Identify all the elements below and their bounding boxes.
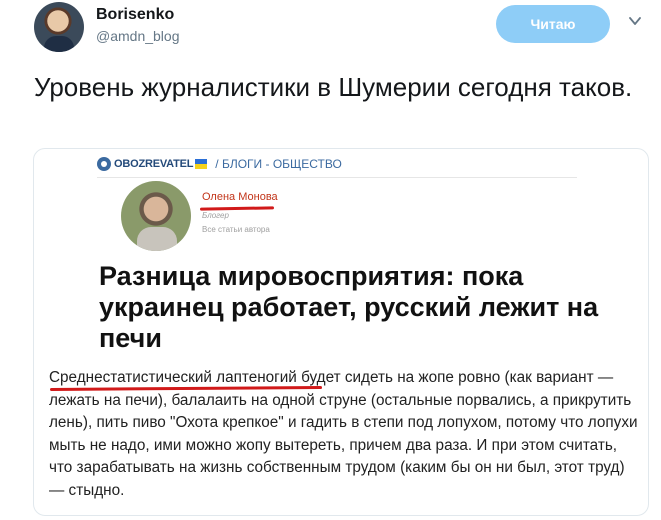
author-all-link: Все статьи автора: [202, 225, 270, 234]
breadcrumb: / БЛОГИ - ОБЩЕСТВО: [215, 157, 342, 171]
site-header: OBOZREVATEL / БЛОГИ - ОБЩЕСТВО: [97, 155, 342, 173]
tweet-header: Borisenko @amdn_blog Читаю: [0, 0, 661, 60]
tweet-media-image[interactable]: OBOZREVATEL / БЛОГИ - ОБЩЕСТВО Олена Мон…: [33, 148, 649, 516]
follow-button[interactable]: Читаю: [496, 5, 610, 43]
author-photo: [121, 181, 191, 251]
chevron-down-icon[interactable]: [628, 14, 642, 28]
article-headline: Разница мировосприятия: пока украинец ра…: [99, 261, 599, 353]
divider: [97, 177, 577, 178]
site-name: OBOZREVATEL: [114, 158, 194, 170]
tweet-text: Уровень журналистики в Шумерии сегодня т…: [34, 72, 633, 102]
obozrevatel-logo-icon: [97, 157, 111, 171]
author-role: Блогер: [202, 211, 229, 220]
red-underline-author: [199, 206, 275, 211]
ukraine-flag-icon: [195, 159, 208, 169]
avatar[interactable]: [34, 2, 84, 52]
display-name[interactable]: Borisenko: [96, 6, 174, 24]
user-handle[interactable]: @amdn_blog: [96, 28, 180, 44]
author-name: Олена Монова: [202, 191, 278, 203]
